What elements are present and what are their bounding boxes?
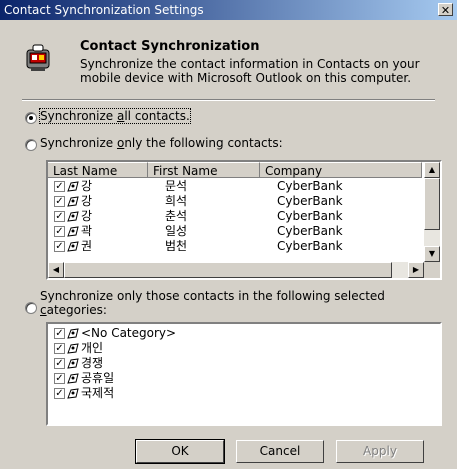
contact-row[interactable]: ✓ 곽 일성 CyberBank: [48, 224, 428, 239]
contact-last-name: 강: [81, 179, 93, 193]
header-description: Synchronize the contact information in C…: [80, 57, 420, 85]
category-row[interactable]: ✓ <No Category>: [48, 326, 428, 341]
contacts-list[interactable]: Last Name First Name Company ✓ 강 문석 Cybe…: [46, 160, 442, 280]
category-row[interactable]: ✓ 개인: [48, 341, 428, 356]
checkbox-checked[interactable]: ✓: [54, 196, 65, 207]
category-row[interactable]: ✓ 공휴일: [48, 371, 428, 386]
contact-first-name: 일성: [165, 224, 188, 238]
category-name: 공휴일: [81, 371, 115, 385]
column-header-company[interactable]: Company: [260, 162, 422, 178]
checkbox-checked[interactable]: ✓: [54, 181, 65, 192]
radio-sync-all-label[interactable]: Synchronize all contacts.: [39, 108, 191, 124]
contact-card-icon: [67, 343, 79, 354]
scroll-down-icon[interactable]: ▼: [424, 246, 440, 262]
contact-company: CyberBank: [277, 179, 343, 193]
contact-card-icon: [67, 196, 79, 207]
contact-card-icon: [67, 241, 79, 252]
ok-button[interactable]: OK: [135, 439, 225, 464]
apply-button[interactable]: Apply: [336, 440, 424, 463]
vertical-scrollbar[interactable]: ▲ ▼: [424, 162, 440, 262]
checkbox-checked[interactable]: ✓: [54, 241, 65, 252]
checkbox-checked[interactable]: ✓: [54, 358, 65, 369]
scroll-thumb[interactable]: [424, 178, 440, 230]
contact-company: CyberBank: [277, 224, 343, 238]
contact-last-name: 곽: [81, 224, 93, 238]
contact-first-name: 춘석: [165, 209, 188, 223]
column-header-first-name[interactable]: First Name: [148, 162, 260, 178]
contact-last-name: 강: [81, 209, 93, 223]
contact-card-icon: [67, 226, 79, 237]
contact-card-icon: [67, 388, 79, 399]
checkbox-checked[interactable]: ✓: [54, 343, 65, 354]
category-name: <No Category>: [81, 326, 177, 340]
checkbox-checked[interactable]: ✓: [54, 328, 65, 339]
checkbox-checked[interactable]: ✓: [54, 211, 65, 222]
close-icon[interactable]: ✕: [438, 3, 453, 17]
contact-row[interactable]: ✓ 강 문석 CyberBank: [48, 179, 428, 194]
category-name: 경쟁: [81, 356, 104, 370]
contact-card-icon: [67, 181, 79, 192]
contact-card-icon: [67, 328, 79, 339]
horizontal-scrollbar[interactable]: ◀ ▶: [48, 262, 424, 278]
radio-sync-all[interactable]: [25, 112, 37, 124]
scroll-up-icon[interactable]: ▲: [424, 162, 440, 178]
contact-row[interactable]: ✓ 강 춘석 CyberBank: [48, 209, 428, 224]
scroll-right-icon[interactable]: ▶: [408, 262, 424, 278]
category-name: 개인: [81, 341, 104, 355]
cancel-button[interactable]: Cancel: [236, 440, 324, 463]
title-bar[interactable]: Contact Synchronization Settings ✕: [0, 0, 457, 20]
contact-first-name: 범천: [165, 239, 188, 253]
contact-row[interactable]: ✓ 권 범천 CyberBank: [48, 239, 428, 254]
categories-list[interactable]: ✓ <No Category> ✓ 개인 ✓ 경쟁 ✓ 공휴일 ✓ 국제적: [46, 322, 442, 426]
device-sync-icon: [26, 44, 50, 71]
scroll-left-icon[interactable]: ◀: [48, 262, 64, 278]
contact-card-icon: [67, 358, 79, 369]
contact-first-name: 문석: [165, 179, 188, 193]
contact-company: CyberBank: [277, 209, 343, 223]
radio-sync-categories[interactable]: [25, 302, 37, 314]
contact-company: CyberBank: [277, 239, 343, 253]
contact-last-name: 권: [81, 239, 93, 253]
contact-row[interactable]: ✓ 강 희석 CyberBank: [48, 194, 428, 209]
checkbox-checked[interactable]: ✓: [54, 388, 65, 399]
column-header-last-name[interactable]: Last Name: [48, 162, 148, 178]
radio-sync-only[interactable]: [25, 139, 37, 151]
separator: [22, 99, 435, 101]
contact-first-name: 희석: [165, 194, 188, 208]
category-row[interactable]: ✓ 경쟁: [48, 356, 428, 371]
window-title: Contact Synchronization Settings: [4, 3, 204, 17]
checkbox-checked[interactable]: ✓: [54, 226, 65, 237]
contact-company: CyberBank: [277, 194, 343, 208]
scroll-thumb[interactable]: [64, 262, 392, 278]
scroll-corner: [424, 262, 440, 278]
header-title: Contact Synchronization: [80, 39, 260, 54]
radio-sync-only-label[interactable]: Synchronize only the following contacts:: [40, 136, 283, 150]
contact-last-name: 강: [81, 194, 93, 208]
checkbox-checked[interactable]: ✓: [54, 373, 65, 384]
contact-card-icon: [67, 211, 79, 222]
contact-card-icon: [67, 373, 79, 384]
radio-sync-categories-label[interactable]: Synchronize only those contacts in the f…: [40, 289, 385, 317]
category-row[interactable]: ✓ 국제적: [48, 386, 428, 401]
category-name: 국제적: [81, 386, 115, 400]
